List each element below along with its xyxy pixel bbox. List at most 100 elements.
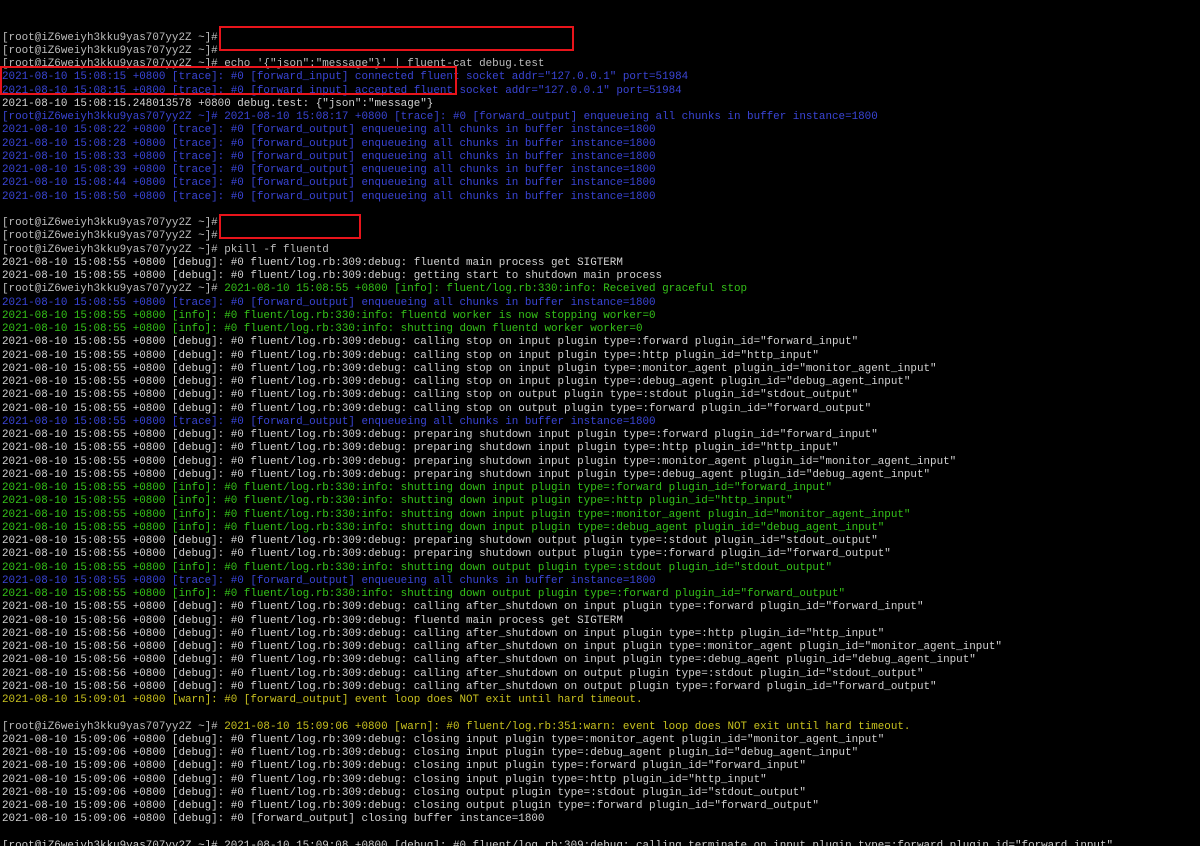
terminal-line: 2021-08-10 15:08:55 +0800 [debug]: #0 fl… xyxy=(2,363,1200,376)
terminal-line: 2021-08-10 15:09:06 +0800 [debug]: #0 fl… xyxy=(2,774,1200,787)
shell-prompt: [root@iZ6weiyh3kku9yas707yy2Z ~]# pkill … xyxy=(2,243,329,256)
log-message: 2021-08-10 15:08:55 +0800 [debug]: #0 fl… xyxy=(2,535,878,547)
terminal-line: 2021-08-10 15:08:55 +0800 [debug]: #0 fl… xyxy=(2,429,1200,442)
terminal-line: 2021-08-10 15:08:39 +0800 [trace]: #0 [f… xyxy=(2,164,1200,177)
log-message: 2021-08-10 15:08:44 +0800 [trace]: #0 [f… xyxy=(2,177,656,190)
log-message: 2021-08-10 15:09:06 +0800 [debug]: #0 fl… xyxy=(2,747,859,759)
terminal-line: 2021-08-10 15:09:06 +0800 [debug]: #0 fl… xyxy=(2,787,1200,800)
terminal-line: 2021-08-10 15:08:56 +0800 [debug]: #0 fl… xyxy=(2,654,1200,667)
terminal-line: 2021-08-10 15:08:55 +0800 [debug]: #0 fl… xyxy=(2,601,1200,614)
terminal-line: 2021-08-10 15:09:06 +0800 [debug]: #0 fl… xyxy=(2,800,1200,813)
log-message: 2021-08-10 15:08:50 +0800 [trace]: #0 [f… xyxy=(2,190,656,203)
terminal-line: [root@iZ6weiyh3kku9yas707yy2Z ~]# xyxy=(2,217,1200,230)
log-message: 2021-08-10 15:08:55 +0800 [info]: #0 flu… xyxy=(2,588,846,600)
terminal-line: 2021-08-10 15:08:55 +0800 [trace]: #0 [f… xyxy=(2,416,1200,429)
log-message: 2021-08-10 15:08:22 +0800 [trace]: #0 [f… xyxy=(2,124,656,137)
log-message: 2021-08-10 15:08:55 +0800 [debug]: #0 fl… xyxy=(2,442,839,455)
terminal-line: 2021-08-10 15:08:55 +0800 [info]: #0 flu… xyxy=(2,310,1200,323)
log-message: 2021-08-10 15:08:28 +0800 [trace]: #0 [f… xyxy=(2,137,656,150)
log-message: 2021-08-10 15:09:06 +0800 [debug]: #0 fl… xyxy=(2,760,806,773)
terminal-line: 2021-08-10 15:09:06 +0800 [debug]: #0 fl… xyxy=(2,760,1200,773)
terminal-line: 2021-08-10 15:08:55 +0800 [debug]: #0 fl… xyxy=(2,257,1200,270)
terminal-line: 2021-08-10 15:09:06 +0800 [debug]: #0 [f… xyxy=(2,813,1200,826)
log-message: 2021-08-10 15:08:55 +0800 [info]: fluent… xyxy=(224,283,748,296)
terminal-line: 2021-08-10 15:08:56 +0800 [debug]: #0 fl… xyxy=(2,628,1200,641)
log-message: [root@iZ6weiyh3kku9yas707yy2Z ~]# 2021-0… xyxy=(2,839,1114,846)
shell-prompt: [root@iZ6weiyh3kku9yas707yy2Z ~]# xyxy=(2,720,225,733)
log-message: 2021-08-10 15:08:55 +0800 [info]: #0 flu… xyxy=(2,521,885,534)
terminal-line: 2021-08-10 15:08:44 +0800 [trace]: #0 [f… xyxy=(2,177,1200,190)
terminal-line: 2021-08-10 15:08:50 +0800 [trace]: #0 [f… xyxy=(2,191,1200,204)
log-message: 2021-08-10 15:09:01 +0800 [warn]: #0 [fo… xyxy=(2,694,643,706)
log-message: 2021-08-10 15:08:55 +0800 [debug]: #0 fl… xyxy=(2,601,924,614)
log-message: 2021-08-10 15:08:15.248013578 +0800 debu… xyxy=(2,97,434,110)
terminal-line: 2021-08-10 15:08:15 +0800 [trace]: #0 [f… xyxy=(2,71,1200,84)
log-message: 2021-08-10 15:08:56 +0800 [debug]: #0 fl… xyxy=(2,680,937,693)
log-message: 2021-08-10 15:09:06 +0800 [debug]: #0 fl… xyxy=(2,800,819,812)
terminal-line: 2021-08-10 15:08:55 +0800 [info]: #0 flu… xyxy=(2,323,1200,336)
terminal-line: 2021-08-10 15:08:55 +0800 [debug]: #0 fl… xyxy=(2,469,1200,482)
terminal-line: [root@iZ6weiyh3kku9yas707yy2Z ~]# echo '… xyxy=(2,58,1200,71)
log-message: 2021-08-10 15:08:56 +0800 [debug]: #0 fl… xyxy=(2,627,885,640)
log-message: 2021-08-10 15:08:55 +0800 [trace]: #0 [f… xyxy=(2,574,656,587)
log-message: 2021-08-10 15:08:55 +0800 [debug]: #0 fl… xyxy=(2,548,891,561)
log-message: 2021-08-10 15:08:55 +0800 [debug]: #0 fl… xyxy=(2,270,663,282)
log-message: 2021-08-10 15:08:55 +0800 [info]: #0 flu… xyxy=(2,561,833,574)
terminal-line: 2021-08-10 15:08:33 +0800 [trace]: #0 [f… xyxy=(2,151,1200,164)
log-message: 2021-08-10 15:08:55 +0800 [debug]: #0 fl… xyxy=(2,455,957,468)
terminal-line: [root@iZ6weiyh3kku9yas707yy2Z ~]# 2021-0… xyxy=(2,721,1200,734)
terminal-line: [root@iZ6weiyh3kku9yas707yy2Z ~]# 2021-0… xyxy=(2,840,1200,846)
log-message: 2021-08-10 15:08:55 +0800 [info]: #0 flu… xyxy=(2,508,911,521)
terminal-line: 2021-08-10 15:08:55 +0800 [info]: #0 flu… xyxy=(2,509,1200,522)
terminal-line: 2021-08-10 15:08:55 +0800 [debug]: #0 fl… xyxy=(2,389,1200,402)
shell-prompt: [root@iZ6weiyh3kku9yas707yy2Z ~]# xyxy=(2,31,218,44)
terminal-line: [root@iZ6weiyh3kku9yas707yy2Z ~]# xyxy=(2,45,1200,58)
terminal-line: [root@iZ6weiyh3kku9yas707yy2Z ~]# xyxy=(2,230,1200,243)
log-message: 2021-08-10 15:08:55 +0800 [debug]: #0 fl… xyxy=(2,468,931,481)
log-message: 2021-08-10 15:08:55 +0800 [debug]: #0 fl… xyxy=(2,402,872,415)
log-message: 2021-08-10 15:08:55 +0800 [debug]: #0 fl… xyxy=(2,362,937,375)
terminal-line: 2021-08-10 15:08:55 +0800 [debug]: #0 fl… xyxy=(2,456,1200,469)
terminal-line: 2021-08-10 15:08:55 +0800 [info]: #0 flu… xyxy=(2,588,1200,601)
log-message: 2021-08-10 15:08:55 +0800 [trace]: #0 [f… xyxy=(2,415,656,428)
terminal-line: 2021-08-10 15:09:06 +0800 [debug]: #0 fl… xyxy=(2,747,1200,760)
log-message: 2021-08-10 15:08:39 +0800 [trace]: #0 [f… xyxy=(2,164,656,176)
log-message: [root@iZ6weiyh3kku9yas707yy2Z ~]# 2021-0… xyxy=(2,111,878,123)
terminal-line: 2021-08-10 15:08:55 +0800 [debug]: #0 fl… xyxy=(2,270,1200,283)
terminal-line: [root@iZ6weiyh3kku9yas707yy2Z ~]# xyxy=(2,32,1200,45)
terminal-line: 2021-08-10 15:08:55 +0800 [info]: #0 flu… xyxy=(2,522,1200,535)
terminal-output: [root@iZ6weiyh3kku9yas707yy2Z ~]# [root@i… xyxy=(2,32,1200,846)
terminal-line: 2021-08-10 15:08:15.248013578 +0800 debu… xyxy=(2,98,1200,111)
terminal-line: 2021-08-10 15:08:28 +0800 [trace]: #0 [f… xyxy=(2,138,1200,151)
terminal-line: 2021-08-10 15:08:55 +0800 [debug]: #0 fl… xyxy=(2,336,1200,349)
terminal-window[interactable]: [root@iZ6weiyh3kku9yas707yy2Z ~]# [root@i… xyxy=(0,0,1200,846)
shell-prompt: [root@iZ6weiyh3kku9yas707yy2Z ~]# xyxy=(2,44,218,57)
log-message: 2021-08-10 15:08:55 +0800 [debug]: #0 fl… xyxy=(2,429,878,441)
terminal-line: 2021-08-10 15:08:56 +0800 [debug]: #0 fl… xyxy=(2,615,1200,628)
terminal-line: 2021-08-10 15:08:15 +0800 [trace]: #0 [f… xyxy=(2,85,1200,98)
terminal-line: 2021-08-10 15:08:55 +0800 [info]: #0 flu… xyxy=(2,495,1200,508)
shell-prompt: [root@iZ6weiyh3kku9yas707yy2Z ~]# echo '… xyxy=(2,58,545,70)
log-message: 2021-08-10 15:09:06 +0800 [debug]: #0 [f… xyxy=(2,813,545,826)
log-message: 2021-08-10 15:08:56 +0800 [debug]: #0 fl… xyxy=(2,654,976,667)
log-message: 2021-08-10 15:09:06 +0800 [debug]: #0 fl… xyxy=(2,786,806,799)
log-message: 2021-08-10 15:09:06 +0800 [warn]: #0 flu… xyxy=(224,720,911,733)
log-message: 2021-08-10 15:08:15 +0800 [trace]: #0 [f… xyxy=(2,84,682,97)
log-message: 2021-08-10 15:08:55 +0800 [info]: #0 flu… xyxy=(2,482,833,494)
terminal-line: 2021-08-10 15:08:55 +0800 [debug]: #0 fl… xyxy=(2,548,1200,561)
terminal-line: 2021-08-10 15:08:55 +0800 [debug]: #0 fl… xyxy=(2,350,1200,363)
shell-prompt: [root@iZ6weiyh3kku9yas707yy2Z ~]# xyxy=(2,230,218,243)
shell-prompt: [root@iZ6weiyh3kku9yas707yy2Z ~]# xyxy=(2,283,225,296)
terminal-line: 2021-08-10 15:08:55 +0800 [debug]: #0 fl… xyxy=(2,535,1200,548)
terminal-line: 2021-08-10 15:08:55 +0800 [debug]: #0 fl… xyxy=(2,376,1200,389)
terminal-line: 2021-08-10 15:08:55 +0800 [debug]: #0 fl… xyxy=(2,403,1200,416)
log-message: 2021-08-10 15:08:56 +0800 [debug]: #0 fl… xyxy=(2,641,1002,653)
terminal-line: [root@iZ6weiyh3kku9yas707yy2Z ~]# 2021-0… xyxy=(2,283,1200,296)
terminal-line: 2021-08-10 15:08:55 +0800 [trace]: #0 [f… xyxy=(2,575,1200,588)
log-message: 2021-08-10 15:08:15 +0800 [trace]: #0 [f… xyxy=(2,71,689,84)
log-message: 2021-08-10 15:08:55 +0800 [info]: #0 flu… xyxy=(2,323,643,335)
log-message: 2021-08-10 15:08:55 +0800 [debug]: #0 fl… xyxy=(2,376,911,388)
terminal-line: 2021-08-10 15:08:55 +0800 [trace]: #0 [f… xyxy=(2,297,1200,310)
